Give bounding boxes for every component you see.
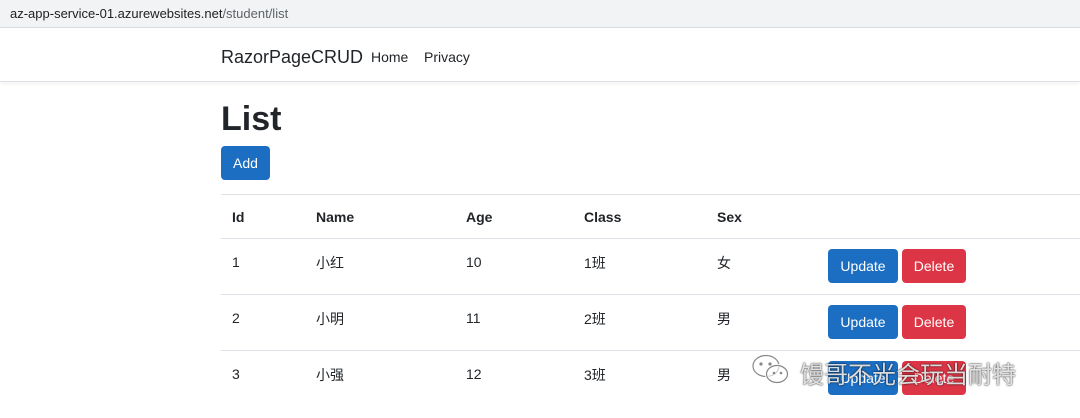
column-header-class: Class	[584, 209, 622, 225]
cell-age: 10	[466, 254, 482, 270]
cell-name: 小强	[316, 367, 344, 383]
column-header-id: Id	[232, 209, 245, 225]
cell-id: 2	[232, 310, 240, 326]
add-button[interactable]: Add	[221, 146, 270, 180]
cell-class: 3班	[584, 367, 606, 383]
cell-name: 小明	[316, 311, 344, 327]
cell-id: 1	[232, 254, 240, 270]
url-path: /student/list	[222, 6, 289, 21]
column-header-name: Name	[316, 209, 355, 225]
column-header-age: Age	[466, 209, 493, 225]
cell-class: 2班	[584, 311, 606, 327]
table-header-border	[221, 238, 1080, 239]
nav-link-home[interactable]: Home	[371, 49, 408, 65]
url-host: az-app-service-01.azurewebsites.net	[10, 6, 223, 21]
cell-age: 11	[466, 310, 481, 326]
column-header-sex: Sex	[717, 209, 742, 225]
delete-button[interactable]: Delete	[902, 361, 966, 395]
delete-button[interactable]: Delete	[902, 305, 966, 339]
table-row-divider	[221, 294, 1080, 295]
navbar: RazorPageCRUD Home Privacy	[0, 32, 1080, 82]
cell-sex: 女	[717, 255, 731, 271]
page-title: List	[221, 100, 282, 138]
update-button[interactable]: Update	[828, 361, 898, 395]
cell-id: 3	[232, 366, 240, 382]
update-button[interactable]: Update	[828, 305, 898, 339]
cell-name: 小红	[316, 255, 344, 271]
cell-class: 1班	[584, 255, 606, 271]
cell-sex: 男	[717, 311, 731, 327]
url-text[interactable]: az-app-service-01.azurewebsites.net/stud…	[10, 6, 288, 21]
cell-age: 12	[466, 366, 482, 382]
wechat-icon	[750, 353, 792, 392]
update-button[interactable]: Update	[828, 249, 898, 283]
table-row-divider	[221, 350, 1080, 351]
address-bar[interactable]: az-app-service-01.azurewebsites.net/stud…	[0, 0, 1080, 28]
delete-button[interactable]: Delete	[902, 249, 966, 283]
cell-sex: 男	[717, 367, 731, 383]
navbar-brand[interactable]: RazorPageCRUD	[221, 47, 363, 68]
nav-link-privacy[interactable]: Privacy	[424, 49, 470, 65]
table-top-border	[221, 194, 1080, 195]
